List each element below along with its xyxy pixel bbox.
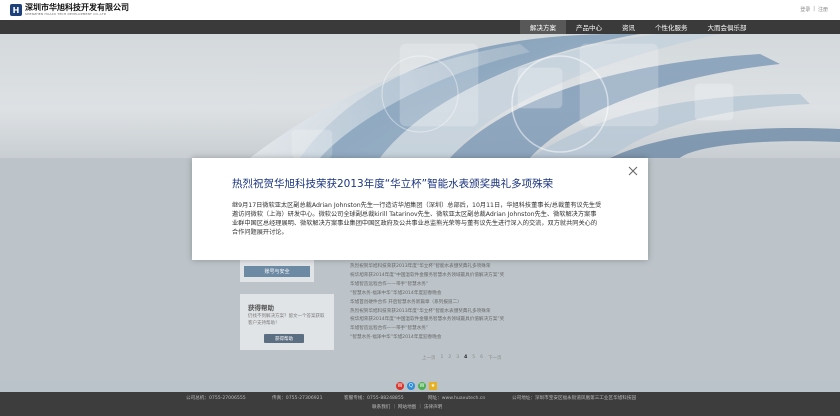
page-link[interactable]: 1 (441, 355, 444, 361)
news-item[interactable]: 热烈祝贺华旭科技荣获2013年度“华立杯”智能水表颁奖典礼多项殊荣 (350, 263, 520, 272)
page-link[interactable]: 2 (448, 355, 451, 361)
nav-item-solutions[interactable]: 解决方案 (520, 20, 566, 34)
logo-icon: H (10, 4, 22, 16)
company-name-en: SHENZHEN HUAXU TECH DEVELOPMENT CO.,LTD (25, 12, 107, 16)
nav-item-club[interactable]: 大而会俱乐部 (698, 20, 757, 34)
account-security-button[interactable]: 账号与安全 (244, 266, 310, 277)
modal-body: 继9月17日微软亚太区副总裁Adrian Johnston先生一行造访华旭集团（… (232, 202, 602, 236)
hero-banner (0, 34, 840, 158)
pagination: 上一页 1 2 3 4 5 6 下一页 (422, 355, 502, 361)
footer-links[interactable]: 联系我们 ｜ 网站地图 ｜ 法律声明 (372, 404, 442, 410)
news-item[interactable]: 祝华旭荣获2014年度“中国温软件金服务智慧水务领域最具价值解决方案”奖 (350, 316, 520, 325)
footer-web[interactable]: 网址：www.huaxutech.cn (428, 395, 485, 401)
main-nav: 解决方案 产品中心 资讯 个性化服务 大而会俱乐部 (0, 20, 840, 34)
footer: 公司总机：0755-27006555 传真：0755-27306921 客服专线… (0, 392, 840, 416)
news-item[interactable]: 热烈祝贺华旭科技荣获2013年度“华立杯”智能水表颁奖典礼多项殊荣 (350, 308, 520, 317)
nav-item-products[interactable]: 产品中心 (566, 20, 612, 34)
footer-address: 公司地址：深圳市宝安区福永街道凤凰第三工业区华旭科技园 (512, 396, 637, 401)
top-bar: H 深圳市华旭科技开发有限公司 SHENZHEN HUAXU TECH DEVE… (0, 0, 840, 20)
page-link[interactable]: 5 (472, 355, 475, 361)
news-item[interactable]: “智慧水务·福泽中华”华旭2014年度迎春晚会 (350, 290, 520, 299)
modal-title: 热烈祝贺华旭科技荣获2013年度“华立杯”智能水表颁奖典礼多项殊荣 (232, 178, 554, 190)
news-modal: 热烈祝贺华旭科技荣获2013年度“华立杯”智能水表颁奖典礼多项殊荣 继9月17日… (192, 158, 648, 260)
next-page-link[interactable]: 下一页 (488, 355, 502, 361)
news-item[interactable]: “智慧水务·福泽中华”华旭2014年度迎春晚会 (350, 334, 520, 343)
company-logo[interactable]: H 深圳市华旭科技开发有限公司 SHENZHEN HUAXU TECH DEVE… (10, 3, 129, 17)
prev-page-link[interactable]: 上一页 (422, 355, 436, 361)
register-link[interactable]: 注册 (818, 6, 828, 13)
page-link[interactable]: 3 (456, 355, 459, 361)
help-text: 仍找不到解决方案？留文一个答案获取客户支持帮助！ (248, 314, 325, 326)
footer-phone: 公司总机：0755-27006555 (186, 396, 246, 401)
page-link[interactable]: 6 (480, 355, 483, 361)
nav-item-news[interactable]: 资讯 (612, 20, 645, 34)
footer-service: 客服专线：0755-88248855 (344, 396, 404, 401)
news-list: 热烈祝贺华旭科技荣获2013年度“华立杯”智能水表颁奖典礼多项殊荣 祝华旭荣获2… (350, 263, 520, 343)
news-item[interactable]: 华旭智造远程合作——带手“智慧水务” (350, 281, 520, 290)
login-link[interactable]: 登录 (800, 6, 810, 13)
qq-icon[interactable]: Q (407, 382, 415, 390)
wechat-icon[interactable]: W (418, 382, 426, 390)
top-links: 登录 | 注册 (800, 6, 828, 13)
social-icons: W Q W ★ (396, 382, 437, 390)
close-icon[interactable] (628, 166, 638, 176)
star-icon[interactable]: ★ (429, 382, 437, 390)
weibo-icon[interactable]: W (396, 382, 404, 390)
page-link-current[interactable]: 4 (464, 355, 467, 361)
news-item[interactable]: 华旭智造远程合作——带手“智慧水务” (350, 325, 520, 334)
get-help-button[interactable]: 获得帮助 (264, 334, 304, 343)
footer-fax: 传真：0755-27306921 (272, 396, 323, 401)
nav-item-custom-service[interactable]: 个性化服务 (645, 20, 698, 34)
news-item[interactable]: 祝华旭荣获2014年度“中国温软件金服务智慧水务领域最具价值解决方案”奖 (350, 272, 520, 281)
company-name-cn: 深圳市华旭科技开发有限公司 (25, 3, 129, 12)
news-item[interactable]: 华旭首创硬件合作 开启智慧水务新篇章（系列报道二） (350, 299, 520, 308)
help-title: 获得帮助 (248, 304, 274, 312)
banner-graphic (250, 34, 840, 158)
